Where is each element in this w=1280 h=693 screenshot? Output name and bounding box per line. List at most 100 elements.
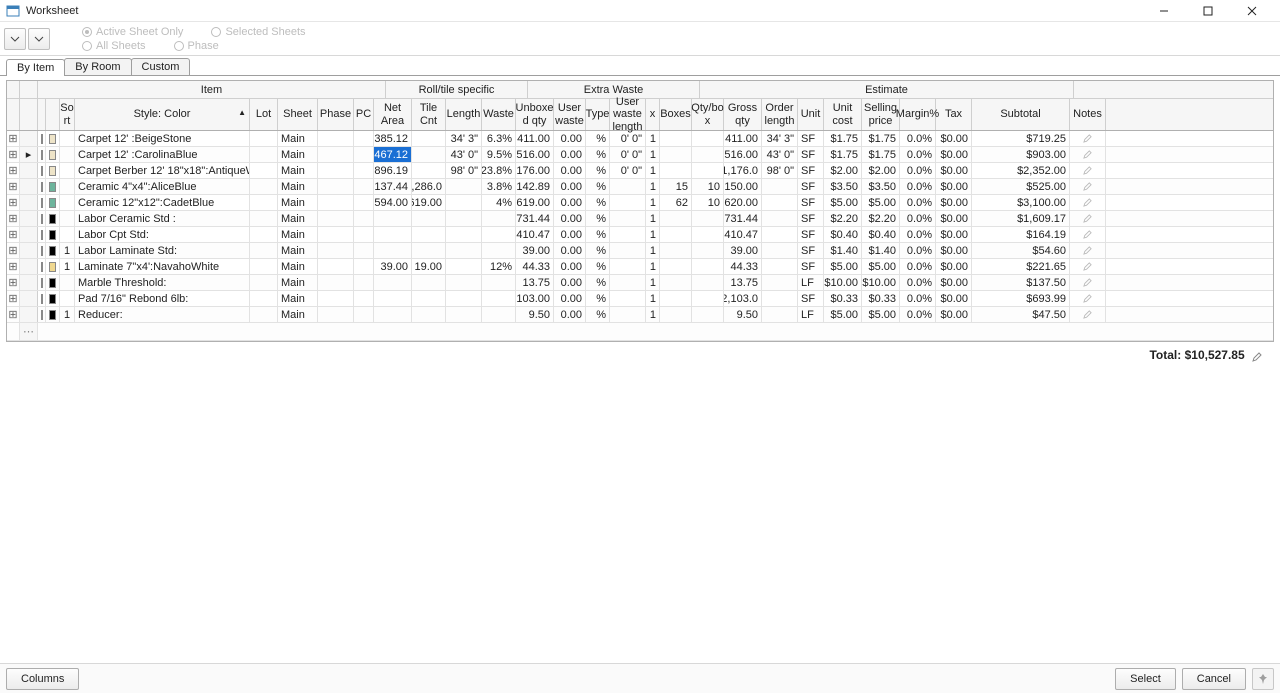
cell-unboxed[interactable]: 13.75 <box>516 275 554 290</box>
cell-margin[interactable]: 0.0% <box>900 259 936 274</box>
cell-gross[interactable]: 9.50 <box>724 307 762 322</box>
cell-sort[interactable]: 1 <box>60 243 75 258</box>
col-sort[interactable]: So rt <box>60 99 75 130</box>
expand-icon[interactable]: ⊞ <box>7 163 20 178</box>
cell-qty-box[interactable] <box>692 291 724 306</box>
cell-notes[interactable] <box>1070 179 1106 194</box>
cell-lot[interactable] <box>250 307 278 322</box>
cell-unit[interactable]: SF <box>798 131 824 146</box>
cell-notes[interactable] <box>1070 227 1106 242</box>
cell-margin[interactable]: 0.0% <box>900 147 936 162</box>
table-row[interactable]: ⊞ Carpet Berber 12' 18"x18":AntiqueWhite M… <box>7 163 1273 179</box>
cell-tile-cnt[interactable]: 19.00 <box>412 259 446 274</box>
cell-pc[interactable] <box>354 147 374 162</box>
cell-unit-cost[interactable]: $2.20 <box>824 211 862 226</box>
cell-boxes[interactable] <box>660 163 692 178</box>
cell-style[interactable]: Carpet Berber 12' 18"x18":AntiqueWhite <box>75 163 250 178</box>
col-notes[interactable]: Notes <box>1070 99 1106 130</box>
cell-order-length[interactable] <box>762 179 798 194</box>
radio-all-sheets[interactable]: All Sheets <box>82 40 146 52</box>
cell-length[interactable] <box>446 307 482 322</box>
cell-gross[interactable]: 2,103.0 <box>724 291 762 306</box>
col-boxes[interactable]: Boxes <box>660 99 692 130</box>
cell-order-length[interactable] <box>762 243 798 258</box>
close-button[interactable] <box>1230 0 1274 22</box>
cell-length[interactable] <box>446 275 482 290</box>
cell-sort[interactable] <box>60 291 75 306</box>
cell-x[interactable]: 1 <box>646 147 660 162</box>
cell-waste[interactable] <box>482 211 516 226</box>
cell-user-waste[interactable]: 0.00 <box>554 259 586 274</box>
dropdown-button-2[interactable] <box>28 28 50 50</box>
cell-sheet[interactable]: Main <box>278 147 318 162</box>
cell-style[interactable]: Pad 7/16" Rebond 6lb: <box>75 291 250 306</box>
cell-type[interactable]: % <box>586 163 610 178</box>
cell-unit-cost[interactable]: $5.00 <box>824 195 862 210</box>
cell-user-waste[interactable]: 0.00 <box>554 147 586 162</box>
cell-subtotal[interactable]: $903.00 <box>972 147 1070 162</box>
col-tax[interactable]: Tax <box>936 99 972 130</box>
cell-qty-box[interactable]: 10 <box>692 179 724 194</box>
cell-selling-price[interactable]: $2.00 <box>862 163 900 178</box>
cell-unboxed[interactable]: 516.00 <box>516 147 554 162</box>
cell-unboxed[interactable]: 411.00 <box>516 131 554 146</box>
cell-type[interactable]: % <box>586 131 610 146</box>
cell-order-length[interactable] <box>762 307 798 322</box>
cell-net-area[interactable]: 137.44 <box>374 179 412 194</box>
cell-lot[interactable] <box>250 259 278 274</box>
table-row[interactable]: ⊞Ceramic 12"x12":CadetBlueMain594.00619.… <box>7 195 1273 211</box>
table-row[interactable]: ⊞1Reducer:Main9.500.00%19.50LF$5.00$5.00… <box>7 307 1273 323</box>
cell-pc[interactable] <box>354 131 374 146</box>
cell-waste[interactable] <box>482 243 516 258</box>
select-button[interactable]: Select <box>1115 668 1176 690</box>
cell-order-length[interactable] <box>762 195 798 210</box>
expand-icon[interactable]: ⊞ <box>7 211 20 226</box>
cell-length[interactable]: 98' 0" <box>446 163 482 178</box>
cell-selling-price[interactable]: $0.33 <box>862 291 900 306</box>
cell-phase[interactable] <box>318 275 354 290</box>
col-x[interactable]: x <box>646 99 660 130</box>
cell-style[interactable]: Labor Laminate Std: <box>75 243 250 258</box>
cell-selling-price[interactable]: $5.00 <box>862 307 900 322</box>
cell-sheet[interactable]: Main <box>278 163 318 178</box>
cell-sort[interactable] <box>60 147 75 162</box>
cell-boxes[interactable] <box>660 243 692 258</box>
expand-icon[interactable]: ⊞ <box>7 179 20 194</box>
cell-qty-box[interactable] <box>692 227 724 242</box>
cell-user-waste-length[interactable]: 0' 0" <box>610 163 646 178</box>
col-pc[interactable]: PC <box>354 99 374 130</box>
cell-sheet[interactable]: Main <box>278 195 318 210</box>
cell-unit-cost[interactable]: $5.00 <box>824 307 862 322</box>
cell-selling-price[interactable]: $5.00 <box>862 195 900 210</box>
cell-waste[interactable] <box>482 291 516 306</box>
cell-waste[interactable]: 23.8% <box>482 163 516 178</box>
cell-subtotal[interactable]: $54.60 <box>972 243 1070 258</box>
cell-user-waste[interactable]: 0.00 <box>554 195 586 210</box>
cell-gross[interactable]: 410.47 <box>724 227 762 242</box>
cell-waste[interactable]: 12% <box>482 259 516 274</box>
radio-active-sheet[interactable]: Active Sheet Only <box>82 26 183 38</box>
cell-type[interactable]: % <box>586 195 610 210</box>
cell-unit-cost[interactable]: $1.75 <box>824 147 862 162</box>
cell-qty-box[interactable] <box>692 211 724 226</box>
expand-icon[interactable]: ⊞ <box>7 227 20 242</box>
cell-type[interactable]: % <box>586 291 610 306</box>
col-unit-cost[interactable]: Unit cost <box>824 99 862 130</box>
cell-user-waste[interactable]: 0.00 <box>554 163 586 178</box>
cell-pc[interactable] <box>354 291 374 306</box>
col-selling-price[interactable]: Selling price <box>862 99 900 130</box>
cell-pc[interactable] <box>354 195 374 210</box>
cell-qty-box[interactable] <box>692 163 724 178</box>
cell-phase[interactable] <box>318 163 354 178</box>
cell-notes[interactable] <box>1070 307 1106 322</box>
cell-unboxed[interactable]: 619.00 <box>516 195 554 210</box>
cell-style[interactable]: Labor Cpt Std: <box>75 227 250 242</box>
cell-subtotal[interactable]: $47.50 <box>972 307 1070 322</box>
cell-pc[interactable] <box>354 307 374 322</box>
cell-gross[interactable]: 411.00 <box>724 131 762 146</box>
minimize-button[interactable] <box>1142 0 1186 22</box>
cell-unit[interactable]: SF <box>798 243 824 258</box>
cell-style[interactable]: Marble Threshold: <box>75 275 250 290</box>
col-phase[interactable]: Phase <box>318 99 354 130</box>
cell-user-waste[interactable]: 0.00 <box>554 275 586 290</box>
